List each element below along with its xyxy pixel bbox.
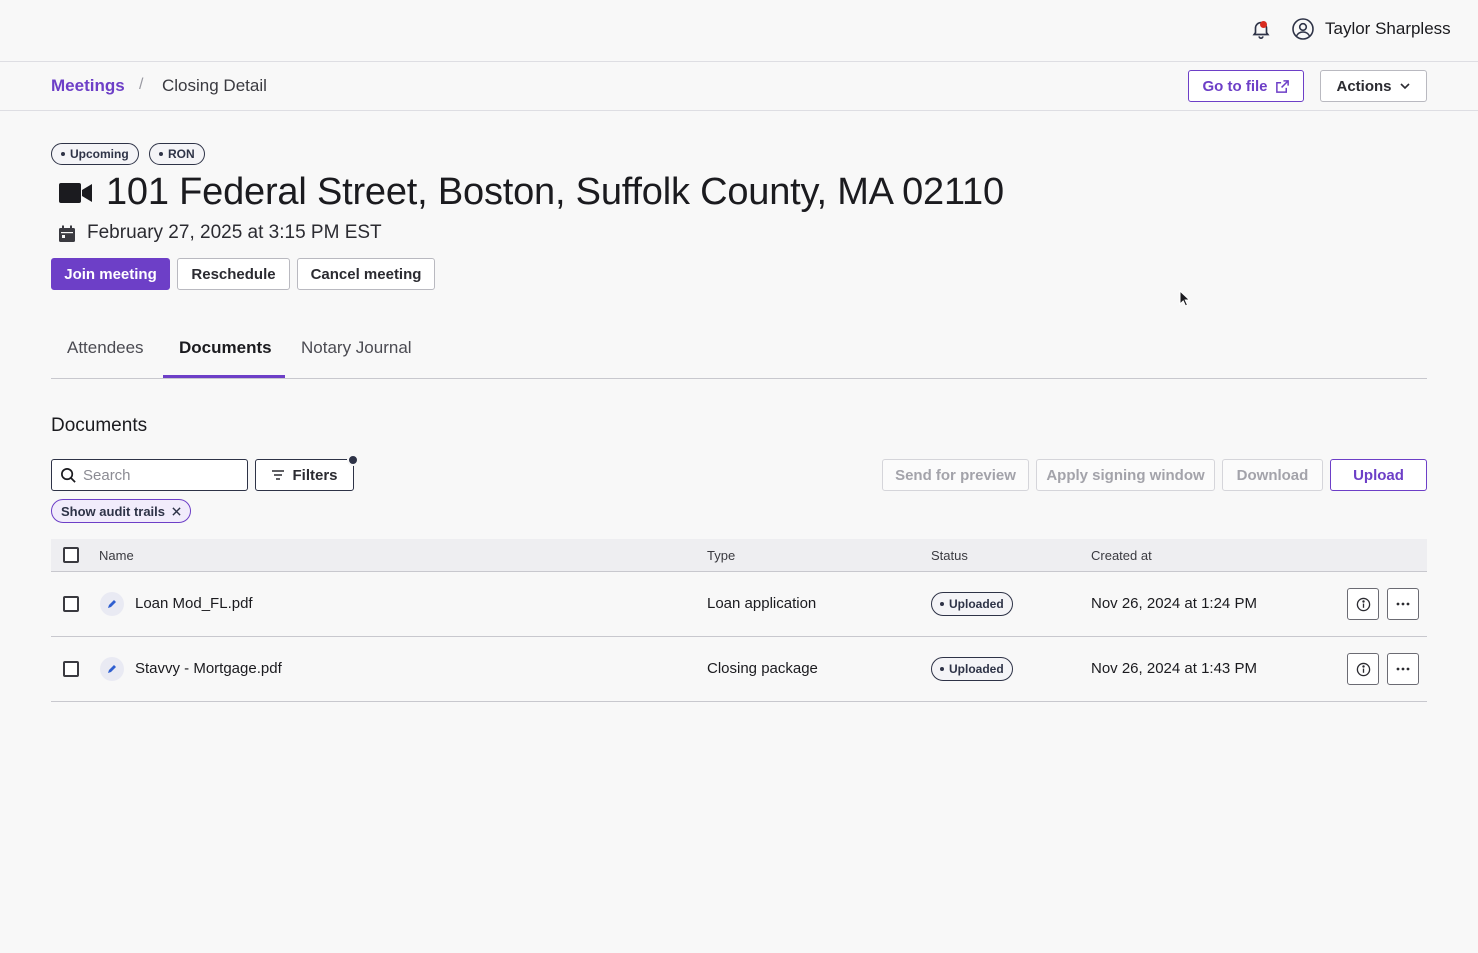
actions-dropdown-button[interactable]: Actions bbox=[1320, 70, 1427, 102]
select-all-checkbox[interactable] bbox=[63, 547, 79, 563]
reschedule-label: Reschedule bbox=[191, 265, 276, 283]
reschedule-button[interactable]: Reschedule bbox=[177, 258, 290, 290]
column-header-name[interactable]: Name bbox=[99, 548, 134, 563]
search-box bbox=[51, 459, 248, 491]
breadcrumb-meetings-link[interactable]: Meetings bbox=[51, 76, 125, 96]
more-horizontal-icon bbox=[1396, 602, 1410, 606]
tab-notary-journal[interactable]: Notary Journal bbox=[301, 338, 412, 358]
column-header-created[interactable]: Created at bbox=[1091, 548, 1152, 563]
calendar-icon bbox=[59, 225, 75, 242]
status-label: Uploaded bbox=[949, 662, 1004, 676]
user-name[interactable]: Taylor Sharpless bbox=[1325, 19, 1451, 39]
more-options-button[interactable] bbox=[1387, 653, 1419, 685]
close-icon[interactable] bbox=[172, 506, 181, 516]
send-for-preview-button[interactable]: Send for preview bbox=[882, 459, 1029, 491]
download-button[interactable]: Download bbox=[1222, 459, 1323, 491]
chip-label: Show audit trails bbox=[61, 503, 166, 519]
top-bar: Taylor Sharpless bbox=[0, 0, 1478, 62]
badge-label: Upcoming bbox=[70, 147, 129, 161]
active-tab-indicator bbox=[163, 375, 285, 378]
download-label: Download bbox=[1236, 466, 1309, 484]
user-circle-icon[interactable] bbox=[1291, 17, 1315, 41]
show-audit-trails-chip[interactable]: Show audit trails bbox=[51, 499, 192, 523]
tab-documents[interactable]: Documents bbox=[179, 338, 272, 358]
go-to-file-label: Go to file bbox=[1202, 77, 1268, 95]
status-badge: Uploaded bbox=[931, 657, 1013, 681]
tabs-divider bbox=[51, 378, 1427, 379]
search-input[interactable] bbox=[83, 466, 233, 484]
join-meeting-button[interactable]: Join meeting bbox=[51, 258, 170, 290]
created-at: Nov 26, 2024 at 1:43 PM bbox=[1091, 660, 1257, 677]
external-link-icon bbox=[1275, 79, 1289, 93]
document-type: Closing package bbox=[707, 660, 818, 677]
filters-button[interactable]: Filters bbox=[255, 459, 354, 491]
row-checkbox[interactable] bbox=[63, 661, 79, 677]
row-checkbox[interactable] bbox=[63, 596, 79, 612]
created-at: Nov 26, 2024 at 1:24 PM bbox=[1091, 595, 1257, 612]
badge-dot bbox=[940, 667, 944, 671]
send-for-preview-label: Send for preview bbox=[895, 466, 1016, 484]
breadcrumb-current: Closing Detail bbox=[162, 76, 267, 95]
status-badge-upcoming: Upcoming bbox=[51, 143, 139, 165]
document-type: Loan application bbox=[707, 595, 817, 612]
type-badge-ron: RON bbox=[149, 143, 205, 165]
chevron-down-icon bbox=[1399, 83, 1410, 90]
breadcrumb-separator: / bbox=[139, 76, 144, 93]
table-header: Name Type Status Created at bbox=[51, 539, 1427, 572]
mouse-cursor-icon bbox=[1179, 290, 1191, 307]
pencil-icon[interactable] bbox=[100, 657, 124, 681]
tab-attendees[interactable]: Attendees bbox=[67, 338, 144, 358]
video-camera-icon bbox=[59, 183, 92, 203]
search-icon bbox=[61, 467, 76, 483]
actions-label: Actions bbox=[1336, 77, 1392, 95]
column-header-type[interactable]: Type bbox=[707, 548, 735, 563]
info-button[interactable] bbox=[1347, 588, 1379, 620]
upload-button[interactable]: Upload bbox=[1330, 459, 1427, 491]
apply-signing-window-button[interactable]: Apply signing window bbox=[1036, 459, 1215, 491]
upload-label: Upload bbox=[1353, 466, 1404, 484]
badge-label: RON bbox=[168, 147, 195, 161]
table-row[interactable]: Stavvy - Mortgage.pdf Closing package Up… bbox=[51, 637, 1427, 702]
table-row[interactable]: Loan Mod_FL.pdf Loan application Uploade… bbox=[51, 572, 1427, 637]
go-to-file-button[interactable]: Go to file bbox=[1188, 70, 1304, 102]
badge-dot bbox=[159, 152, 163, 156]
join-meeting-label: Join meeting bbox=[64, 265, 157, 283]
info-icon bbox=[1356, 597, 1370, 611]
cancel-meeting-label: Cancel meeting bbox=[310, 265, 422, 283]
filters-label: Filters bbox=[292, 466, 338, 484]
cancel-meeting-button[interactable]: Cancel meeting bbox=[297, 258, 435, 290]
meeting-title: 101 Federal Street, Boston, Suffolk Coun… bbox=[106, 171, 1004, 213]
more-horizontal-icon bbox=[1396, 667, 1410, 671]
badge-dot bbox=[61, 152, 65, 156]
notification-dot bbox=[1260, 21, 1267, 28]
meeting-datetime: February 27, 2025 at 3:15 PM EST bbox=[87, 222, 382, 243]
info-icon bbox=[1356, 662, 1370, 676]
document-name[interactable]: Loan Mod_FL.pdf bbox=[135, 595, 253, 612]
column-header-status[interactable]: Status bbox=[931, 548, 968, 563]
filters-active-indicator bbox=[347, 454, 359, 466]
apply-signing-window-label: Apply signing window bbox=[1046, 466, 1205, 484]
filter-icon bbox=[272, 470, 285, 480]
pencil-icon[interactable] bbox=[100, 592, 124, 616]
document-name[interactable]: Stavvy - Mortgage.pdf bbox=[135, 660, 282, 677]
status-badge: Uploaded bbox=[931, 592, 1013, 616]
status-label: Uploaded bbox=[949, 597, 1004, 611]
documents-section-title: Documents bbox=[51, 415, 148, 436]
badge-dot bbox=[940, 602, 944, 606]
more-options-button[interactable] bbox=[1387, 588, 1419, 620]
info-button[interactable] bbox=[1347, 653, 1379, 685]
